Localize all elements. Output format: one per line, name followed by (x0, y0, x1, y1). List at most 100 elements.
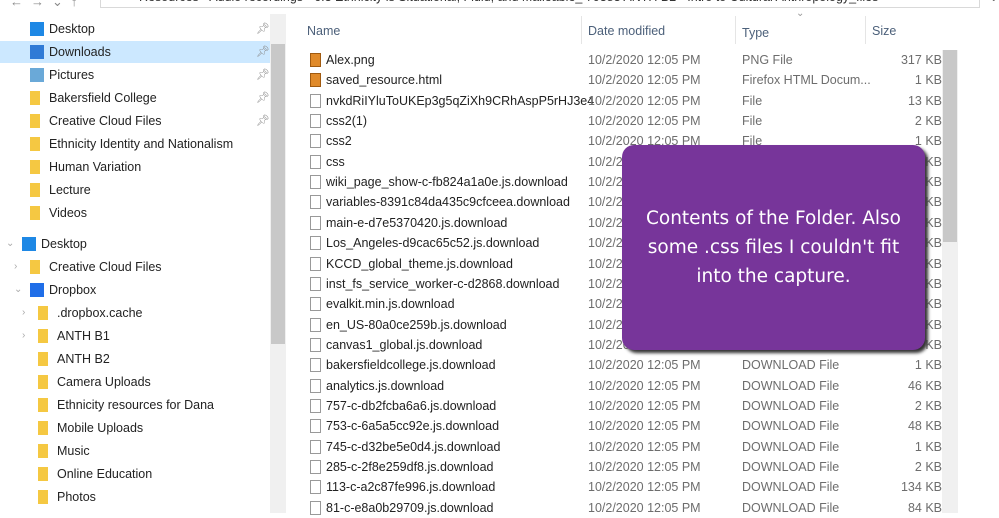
file-icon (310, 480, 321, 495)
file-date: 10/2/2020 12:05 PM (588, 500, 701, 515)
sidebar-item[interactable]: Ethnicity resources for Dana (0, 394, 270, 416)
sidebar-item-label: Downloads (49, 45, 111, 59)
file-row[interactable]: bakersfieldcollege.js.download 10/2/2020… (300, 355, 942, 375)
sidebar-item-label: Dropbox (49, 283, 97, 297)
sidebar-item[interactable]: Lecture (0, 179, 270, 201)
file-name: 81-c-e8a0b29709.js.download (326, 500, 494, 515)
column-header-size[interactable]: Size (872, 20, 896, 42)
file-icon (310, 378, 321, 393)
sidebar-item[interactable]: ⌄ Desktop (0, 233, 270, 255)
file-size: 2 KB (914, 460, 942, 474)
sidebar-item[interactable]: Videos (0, 202, 270, 224)
folder-icon (38, 306, 48, 320)
file-row[interactable]: 285-c-2f8e259df8.js.download 10/2/2020 1… (300, 457, 942, 477)
file-list-scrollbar[interactable] (942, 50, 958, 513)
column-header-type[interactable]: Type (742, 22, 769, 44)
column-header-name[interactable]: Name (307, 20, 340, 42)
file-row[interactable]: 753-c-6a5a5cc92e.js.download 10/2/2020 1… (300, 416, 942, 436)
sidebar-item[interactable]: Online Education (0, 463, 270, 485)
file-name: KCCD_global_theme.js.download (326, 256, 513, 271)
sidebar-item[interactable]: ⌄ Dropbox (0, 279, 270, 301)
file-row[interactable]: nvkdRiIYluToUKEp3g5qZiXh9CRhAspP5rHJ3e4 … (300, 91, 942, 111)
file-row[interactable]: analytics.js.download 10/2/2020 12:05 PM… (300, 376, 942, 396)
file-date: 10/2/2020 12:05 PM (588, 460, 701, 474)
chevron-right-icon[interactable]: › (22, 325, 25, 347)
file-row[interactable]: 757-c-db2fcba6a6.js.download 10/2/2020 1… (300, 396, 942, 416)
sidebar-item-label: Videos (49, 206, 87, 220)
column-divider[interactable] (865, 16, 866, 44)
sidebar-item[interactable]: Bakersfield College 📌︎ (0, 87, 270, 109)
scrollbar-thumb[interactable] (943, 50, 957, 242)
file-name: wiki_page_show-c-fb824a1a0e.js.download (326, 175, 568, 190)
file-icon (310, 256, 321, 271)
sidebar-scrollbar[interactable] (270, 14, 286, 513)
sidebar-item[interactable]: Ethnicity Identity and Nationalism (0, 133, 270, 155)
file-icon (310, 114, 321, 129)
file-name: bakersfieldcollege.js.download (326, 358, 496, 373)
pin-icon[interactable]: 📌︎ (256, 41, 270, 63)
sidebar-item-label: Bakersfield College (49, 91, 157, 105)
desktop-icon (22, 237, 36, 251)
sidebar-item-label: Music (57, 444, 90, 458)
address-bar[interactable]: ←→⌄↑ « › Resources › Audio recordings › … (0, 0, 999, 10)
file-row[interactable]: 113-c-a2c87fe996.js.download 10/2/2020 1… (300, 477, 942, 497)
sidebar-item-label: Creative Cloud Files (49, 260, 162, 274)
file-date: 10/2/2020 12:05 PM (588, 73, 701, 88)
chevron-down-icon[interactable]: ⌄ (14, 279, 22, 301)
chevron-right-icon[interactable]: › (22, 302, 25, 324)
sidebar-item[interactable]: Music (0, 440, 270, 462)
sidebar-item[interactable]: › ANTH B1 (0, 325, 270, 347)
pin-icon[interactable]: 📌︎ (256, 110, 270, 132)
pin-icon[interactable]: 📌︎ (256, 18, 270, 40)
file-icon (310, 215, 321, 230)
sidebar-item[interactable]: Photos (0, 486, 270, 508)
file-size: 2 KB (914, 398, 942, 413)
file-row[interactable]: 745-c-d32be5e0d4.js.download 10/2/2020 1… (300, 437, 942, 457)
column-header-date[interactable]: Date modified (588, 20, 665, 42)
file-date: 10/2/2020 12:05 PM (588, 93, 701, 108)
file-row[interactable]: 81-c-e8a0b29709.js.download 10/2/2020 12… (300, 498, 942, 518)
file-type: DOWNLOAD File (742, 480, 840, 495)
file-name: en_US-80a0ce259b.js.download (326, 317, 507, 332)
chevron-down-icon[interactable]: ⌄ (989, 0, 999, 5)
annotation-callout: Contents of the Folder. Also some .css f… (622, 145, 925, 350)
sidebar-item[interactable]: ANTH B2 (0, 348, 270, 370)
chevron-right-icon[interactable]: › (14, 256, 17, 278)
folder-icon (38, 467, 48, 481)
sidebar-item[interactable]: Downloads 📌︎ (0, 41, 270, 63)
sidebar-item[interactable]: Mobile Uploads (0, 417, 270, 439)
sidebar-item[interactable]: › .dropbox.cache (0, 302, 270, 324)
file-icon (310, 195, 321, 210)
file-type: DOWNLOAD File (742, 398, 840, 413)
navigation-pane: Desktop 📌︎ Downloads 📌︎ Pictures 📌︎ Bakersfiel… (0, 14, 270, 513)
file-row[interactable]: Alex.png 10/2/2020 12:05 PM PNG File 317… (300, 50, 942, 70)
back-forward-buttons[interactable]: ←→⌄↑ (10, 0, 85, 10)
file-size: 46 KB (907, 378, 942, 393)
file-icon (310, 317, 321, 332)
sidebar-item[interactable]: › Creative Cloud Files (0, 256, 270, 278)
column-divider[interactable] (581, 16, 582, 44)
scrollbar-thumb[interactable] (271, 44, 285, 344)
sidebar-item[interactable]: Human Variation (0, 156, 270, 178)
breadcrumb[interactable]: « › Resources › Audio recordings › 6.3 E… (100, 0, 999, 8)
file-name: variables-8391c84da435c9cfceea.download (326, 195, 570, 210)
sidebar-item[interactable]: Camera Uploads (0, 371, 270, 393)
file-icon (310, 439, 321, 454)
folder-icon (30, 91, 40, 105)
file-date: 10/2/2020 12:05 PM (588, 480, 701, 495)
file-name: css2(1) (326, 114, 367, 129)
file-icon (310, 134, 321, 149)
file-size: 134 KB (900, 480, 942, 495)
chevron-down-icon[interactable]: ⌄ (6, 233, 14, 255)
pin-icon[interactable]: 📌︎ (256, 87, 270, 109)
column-divider[interactable] (735, 16, 736, 44)
file-row[interactable]: css2(1) 10/2/2020 12:05 PM File 2 KB (300, 111, 942, 131)
file-row[interactable]: saved_resource.html 10/2/2020 12:05 PM F… (300, 70, 942, 90)
sidebar-item[interactable]: Creative Cloud Files 📌︎ (0, 110, 270, 132)
sidebar-item[interactable]: Desktop 📌︎ (0, 18, 270, 40)
file-name: css2 (326, 134, 352, 149)
file-icon (310, 358, 321, 373)
creative-cloud-folder-icon (30, 260, 40, 274)
pin-icon[interactable]: 📌︎ (256, 64, 270, 86)
sidebar-item[interactable]: Pictures 📌︎ (0, 64, 270, 86)
